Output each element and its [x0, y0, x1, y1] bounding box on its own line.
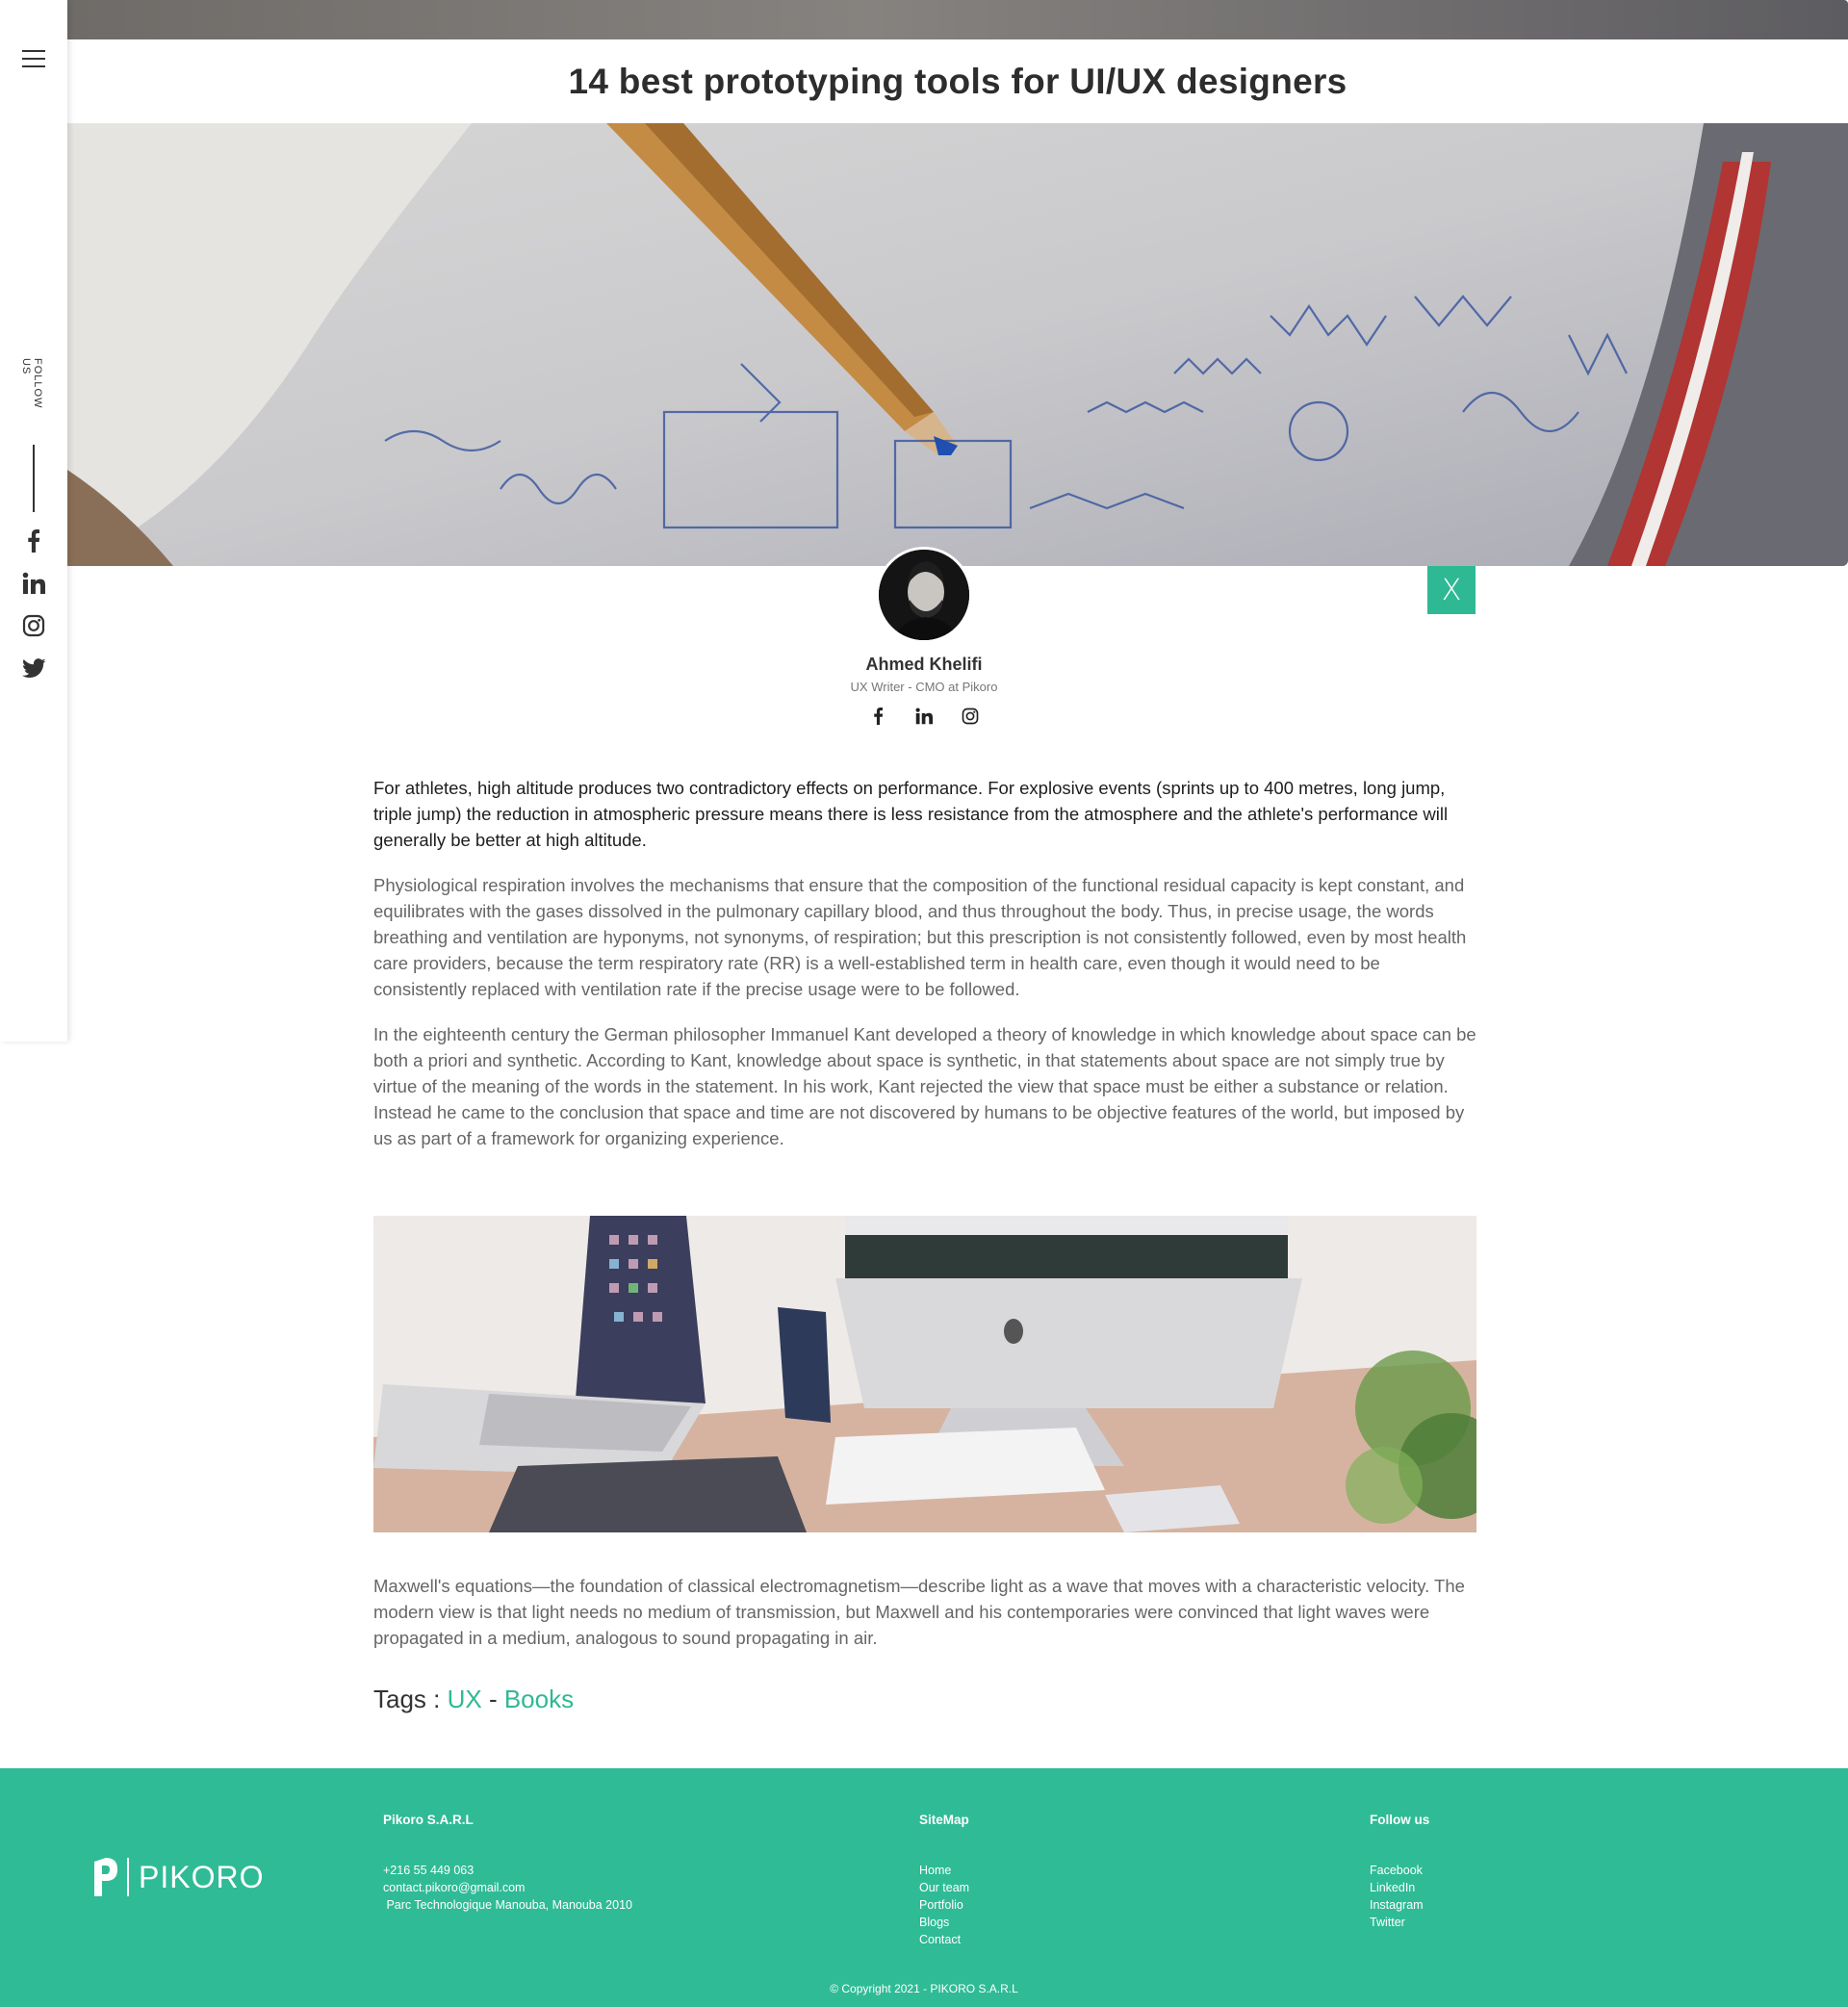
sketch-illustration	[67, 123, 1848, 566]
linkedin-icon[interactable]	[20, 570, 47, 597]
footer-link-facebook[interactable]: Facebook	[1370, 1862, 1429, 1879]
hero-image-top	[67, 0, 1848, 39]
footer-link-blogs[interactable]: Blogs	[919, 1914, 969, 1931]
footer-company: Pikoro S.A.R.L +216 55 449 063 contact.p…	[383, 1813, 632, 1914]
tag-separator: -	[481, 1685, 504, 1713]
facebook-icon[interactable]	[20, 527, 47, 554]
copyright: © Copyright 2021 - PIKORO S.A.R.L	[830, 1982, 1018, 1995]
article-paragraph: In the eighteenth century the German phi…	[373, 1024, 1476, 1148]
footer-company-heading: Pikoro S.A.R.L	[383, 1813, 474, 1827]
close-button[interactable]: X	[1427, 566, 1476, 614]
workspace-image	[373, 1216, 1476, 1532]
footer-link-linkedin[interactable]: LinkedIn	[1370, 1879, 1429, 1896]
footer-link-twitter[interactable]: Twitter	[1370, 1914, 1429, 1931]
author-socials	[866, 705, 982, 728]
article-body: For athletes, high altitude produces two…	[373, 775, 1476, 1171]
left-sidebar: FOLLOW US	[0, 0, 67, 1042]
footer-follow-heading: Follow us	[1370, 1813, 1430, 1827]
footer-link-instagram[interactable]: Instagram	[1370, 1896, 1429, 1914]
footer-email[interactable]: contact.pikoro@gmail.com	[383, 1879, 632, 1896]
footer-sitemap-heading: SiteMap	[919, 1813, 969, 1827]
facebook-icon[interactable]	[866, 705, 889, 728]
pikoro-logo-mark-icon	[94, 1858, 117, 1896]
article-paragraph-last: Maxwell's equations—the foundation of cl…	[373, 1576, 1465, 1648]
footer-link-our-team[interactable]: Our team	[919, 1879, 969, 1896]
footer-follow: Follow us Facebook LinkedIn Instagram Tw…	[1370, 1813, 1429, 1931]
tag-ux[interactable]: UX	[448, 1685, 482, 1713]
tags: Tags : UX - Books	[373, 1685, 574, 1714]
logo-divider	[127, 1858, 129, 1896]
follow-divider	[33, 445, 35, 512]
footer-link-portfolio[interactable]: Portfolio	[919, 1896, 969, 1914]
article-paragraph: Physiological respiration involves the m…	[373, 875, 1467, 999]
footer-link-contact[interactable]: Contact	[919, 1931, 969, 1948]
instagram-icon[interactable]	[20, 612, 47, 639]
footer-link-home[interactable]: Home	[919, 1862, 969, 1879]
footer-sitemap: SiteMap Home Our team Portfolio Blogs Co…	[919, 1813, 969, 1948]
linkedin-icon[interactable]	[912, 705, 936, 728]
follow-us-label: FOLLOW US	[20, 358, 43, 409]
page-title: 14 best prototyping tools for UI/UX desi…	[568, 61, 1348, 101]
instagram-icon[interactable]	[959, 705, 982, 728]
pikoro-logo[interactable]: PIKORO	[92, 1858, 264, 1896]
article-lead: For athletes, high altitude produces two…	[373, 778, 1449, 850]
footer-address: Parc Technologique Manouba, Manouba 2010	[383, 1898, 632, 1912]
footer-phone: +216 55 449 063	[383, 1864, 475, 1877]
author-role: UX Writer - CMO at Pikoro	[850, 680, 998, 694]
avatar	[876, 547, 972, 643]
hero-image	[67, 123, 1848, 566]
tags-label: Tags :	[373, 1685, 441, 1713]
logo-text: PIKORO	[139, 1859, 265, 1894]
title-band: 14 best prototyping tools for UI/UX desi…	[67, 39, 1848, 123]
footer: PIKORO Pikoro S.A.R.L +216 55 449 063 co…	[0, 1768, 1848, 2007]
twitter-icon[interactable]	[20, 655, 47, 682]
author-name: Ahmed Khelifi	[865, 655, 983, 674]
hamburger-menu-icon[interactable]	[22, 50, 45, 67]
tag-books[interactable]: Books	[504, 1685, 574, 1713]
